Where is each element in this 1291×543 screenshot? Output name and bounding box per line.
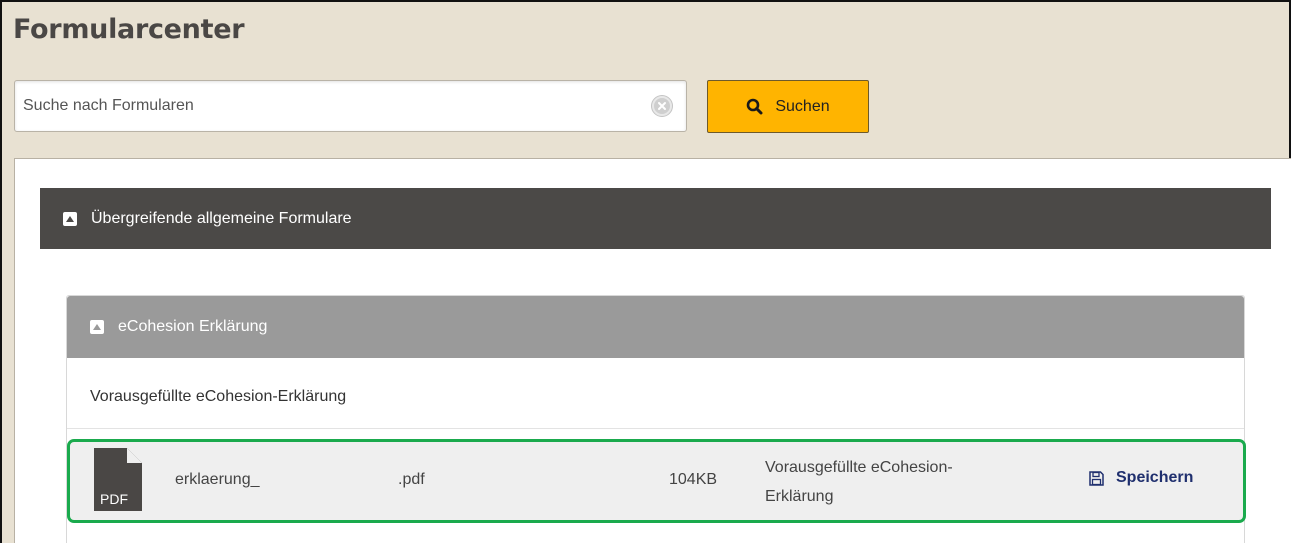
collapse-icon[interactable] — [90, 320, 104, 334]
subcategory-label: eCohesion Erklärung — [118, 318, 268, 335]
search-button-label: Suchen — [775, 97, 830, 115]
divider — [67, 428, 1244, 429]
file-extension: .pdf — [398, 471, 425, 488]
file-row[interactable]: PDF erklaerung_ .pdf 104KB Vorausgefüllt… — [67, 439, 1246, 523]
clear-search-icon[interactable] — [652, 96, 672, 116]
floppy-disk-icon — [1089, 470, 1104, 486]
subcategory-description: Vorausgefüllte eCohesion-Erklärung — [90, 388, 347, 405]
collapse-icon[interactable] — [63, 211, 77, 226]
subcategory-header[interactable]: eCohesion Erklärung — [67, 296, 1244, 358]
file-description: Vorausgefüllte eCohesion-Erklärung — [765, 459, 953, 505]
search-field[interactable] — [14, 80, 687, 132]
search-button[interactable]: Suchen — [707, 80, 869, 133]
page-title: Formularcenter — [13, 14, 245, 45]
search-input[interactable] — [23, 81, 643, 131]
save-label: Speichern — [1116, 469, 1194, 486]
pdf-file-icon: PDF — [94, 448, 142, 511]
file-size: 104KB — [669, 471, 718, 488]
pdf-badge: PDF — [100, 491, 128, 507]
category-header[interactable]: Übergreifende allgemeine Formulare — [40, 188, 1271, 249]
search-icon — [747, 98, 763, 115]
file-name: erklaerung_ — [175, 471, 260, 488]
category-label: Übergreifende allgemeine Formulare — [91, 209, 352, 227]
save-button[interactable]: Speichern — [1089, 469, 1193, 487]
